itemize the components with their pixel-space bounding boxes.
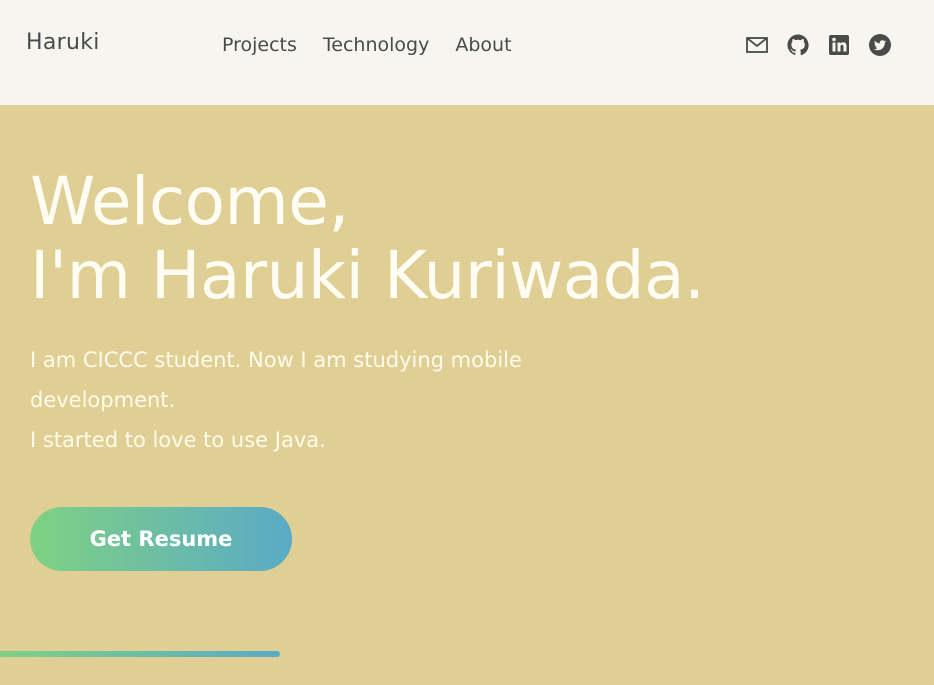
nav-link-about[interactable]: About	[455, 34, 511, 56]
social-links	[745, 33, 909, 57]
get-resume-button[interactable]: Get Resume	[30, 507, 292, 571]
hero-title-line-1: Welcome,	[30, 163, 349, 240]
twitter-icon[interactable]	[868, 33, 892, 57]
hero-description-line-1: I am CICCC student. Now I am studying mo…	[30, 348, 522, 412]
github-icon[interactable]	[786, 33, 810, 57]
hero-title: Welcome, I'm Haruki Kuriwada.	[30, 165, 705, 313]
main-nav: Projects Technology About	[222, 34, 538, 56]
scroll-progress-fill	[0, 651, 281, 657]
hero-description: I am CICCC student. Now I am studying mo…	[30, 340, 630, 460]
linkedin-icon[interactable]	[827, 33, 851, 57]
mail-icon[interactable]	[745, 33, 769, 57]
site-header: Haruki Projects Technology About	[0, 0, 934, 105]
nav-link-projects[interactable]: Projects	[222, 34, 297, 56]
hero-title-line-2: I'm Haruki Kuriwada.	[30, 237, 705, 314]
nav-link-technology[interactable]: Technology	[323, 34, 429, 56]
scroll-progress-bar	[0, 651, 934, 657]
hero-section: Welcome, I'm Haruki Kuriwada. I am CICCC…	[0, 105, 934, 685]
site-logo[interactable]: Haruki	[26, 30, 100, 55]
hero-description-line-2: I started to love to use Java.	[30, 428, 326, 452]
